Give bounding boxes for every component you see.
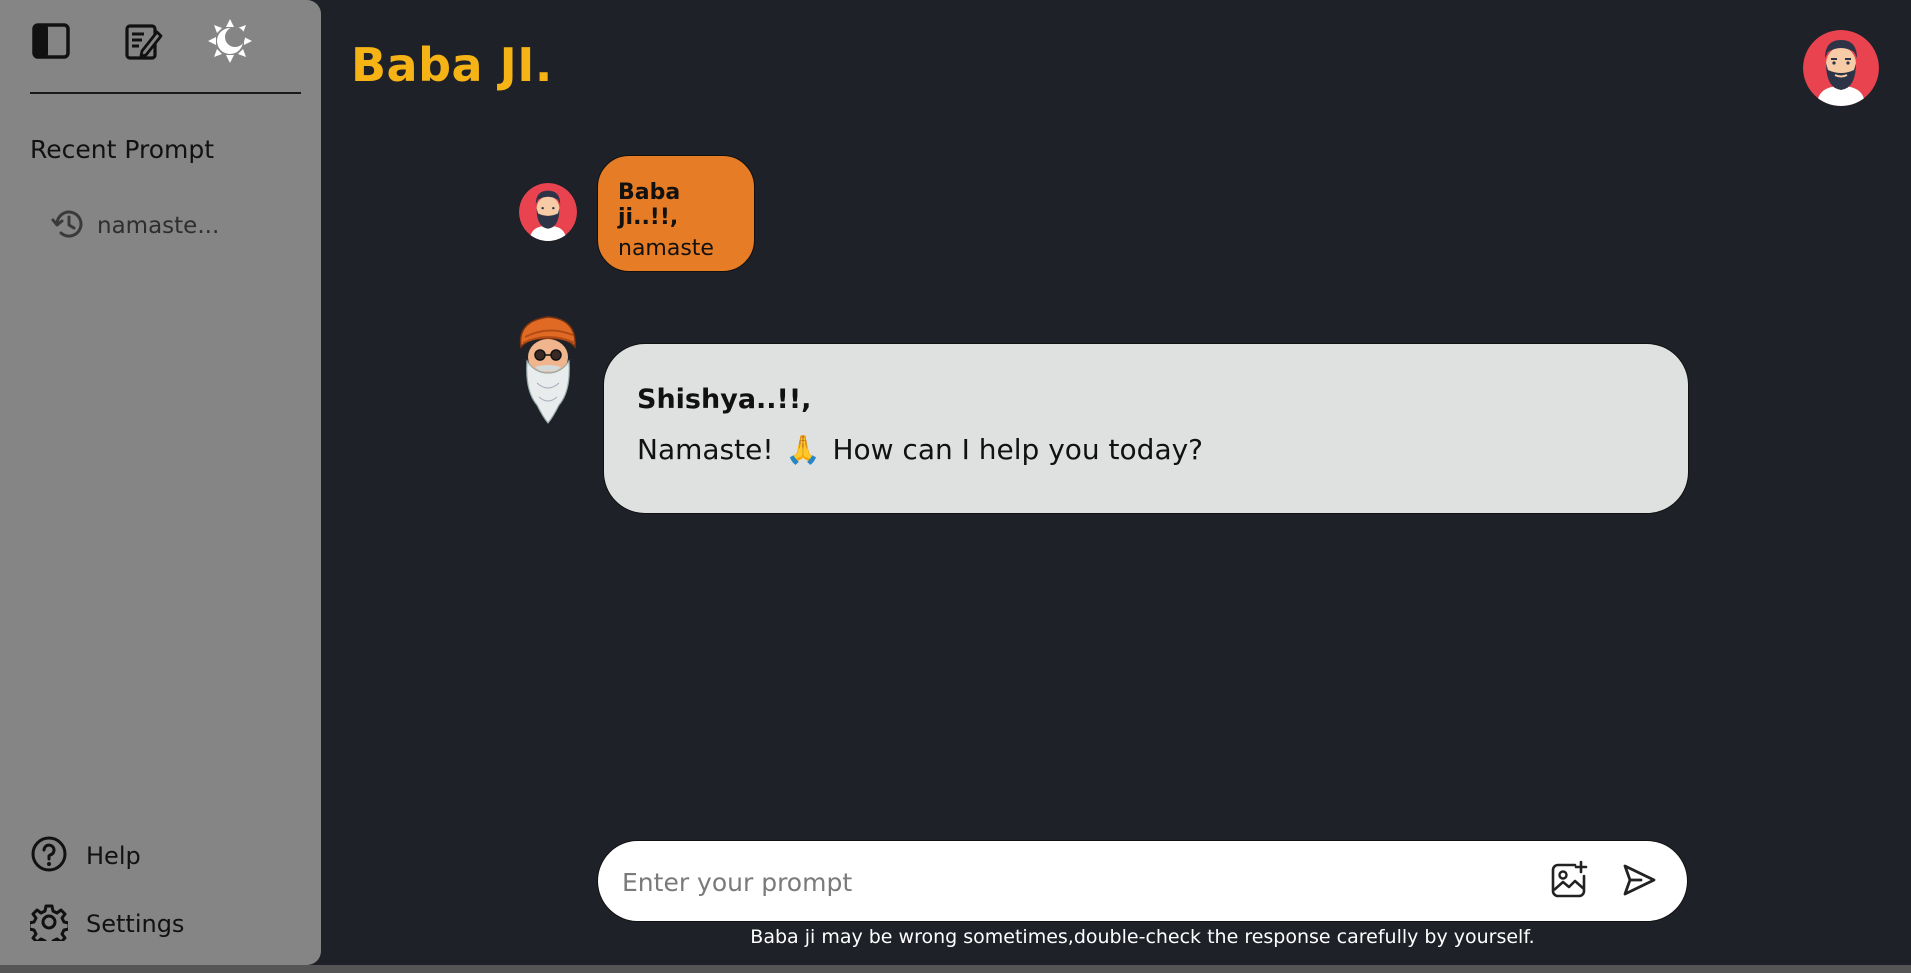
- send-button[interactable]: [1616, 859, 1662, 905]
- help-button[interactable]: Help: [30, 835, 141, 877]
- assistant-message-sender: Shishya..!!,: [637, 384, 812, 415]
- help-icon: [30, 835, 68, 877]
- prompt-input[interactable]: [620, 859, 1444, 905]
- folded-hands-emoji: 🙏: [785, 433, 821, 466]
- assistant-message-bubble: Shishya..!!, Namaste! 🙏 How can I help y…: [603, 343, 1689, 514]
- recent-prompt-heading: Recent Prompt: [30, 135, 215, 164]
- user-message-text: namaste: [618, 236, 714, 261]
- new-chat-icon: [122, 20, 164, 66]
- settings-button[interactable]: Settings: [27, 903, 185, 948]
- sidebar: Recent Prompt namaste... Help Settings: [0, 0, 321, 965]
- baba-avatar: [515, 313, 581, 425]
- assistant-message-text: Namaste! 🙏 How can I help you today?: [637, 433, 1655, 466]
- user-message-sender: Baba ji..!!,: [618, 180, 681, 230]
- image-upload-icon: [1549, 860, 1589, 904]
- new-chat-button[interactable]: [118, 18, 168, 68]
- window-bottom-edge: [0, 965, 1911, 973]
- image-upload-button[interactable]: [1546, 859, 1592, 905]
- sidebar-toggle-button[interactable]: [26, 18, 76, 68]
- assistant-text-after: How can I help you today?: [832, 433, 1204, 466]
- user-message-avatar: [519, 183, 577, 241]
- sidebar-toggle-icon: [31, 21, 71, 65]
- settings-label: Settings: [86, 910, 185, 938]
- app-title: Baba JI.: [351, 38, 553, 92]
- user-message-bubble: Baba ji..!!, namaste: [597, 155, 755, 272]
- sidebar-divider: [30, 92, 301, 94]
- profile-avatar[interactable]: [1803, 30, 1879, 106]
- help-label: Help: [86, 842, 141, 870]
- recent-item-namaste[interactable]: namaste...: [45, 202, 225, 250]
- app-root: Recent Prompt namaste... Help Settings B…: [0, 0, 1911, 973]
- avatar-image: [1803, 30, 1879, 106]
- recent-item-label: namaste...: [97, 213, 220, 239]
- disclaimer-text: Baba ji may be wrong sometimes,double-ch…: [750, 926, 1535, 948]
- send-icon: [1621, 862, 1657, 902]
- theme-toggle-icon: [207, 18, 253, 68]
- gear-icon: [27, 903, 71, 948]
- assistant-text-before: Namaste!: [637, 433, 774, 466]
- theme-toggle-button[interactable]: [205, 18, 255, 68]
- prompt-composer: [597, 840, 1688, 922]
- history-icon: [51, 206, 87, 246]
